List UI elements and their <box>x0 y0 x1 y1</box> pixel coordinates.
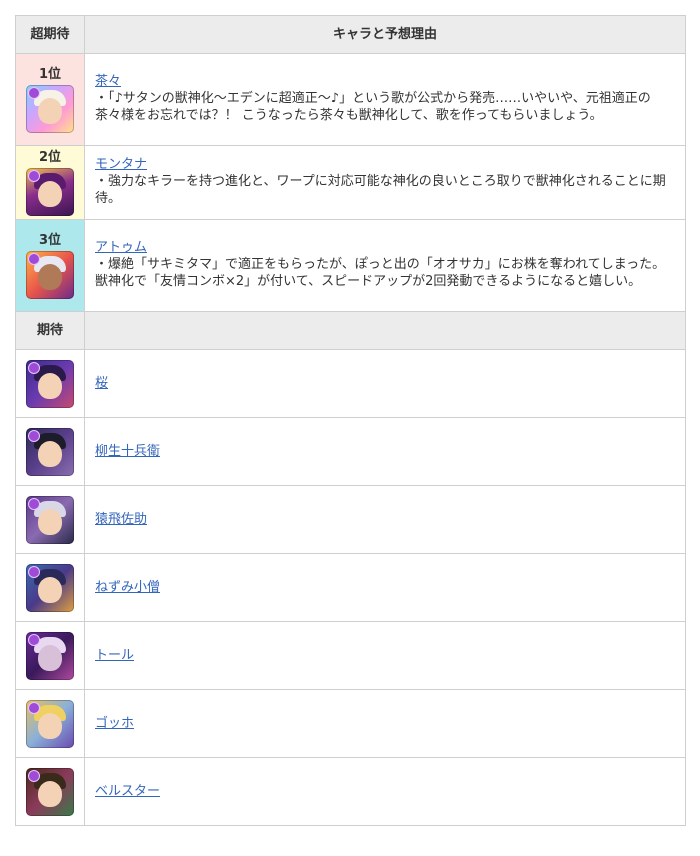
header-empty <box>84 311 686 350</box>
description-cell: モンタナ ・強力なキラーを持つ進化と、ワープに対応可能な神化の良いところ取りで獣… <box>84 145 686 220</box>
character-link[interactable]: 茶々 <box>95 74 121 89</box>
table-row: 2位 モンタナ ・強力なキラーを持つ進化と、ワープに対応可能な神化の良いところ取… <box>15 145 686 220</box>
character-link[interactable]: トール <box>95 648 134 663</box>
character-link[interactable]: ベルスター <box>95 784 160 799</box>
rank-cell: 2位 <box>15 145 85 220</box>
chacha-icon <box>26 85 74 133</box>
rank-label: 2位 <box>38 150 62 165</box>
icon-cell <box>15 349 85 418</box>
character-link[interactable]: 桜 <box>95 376 108 391</box>
belstar-icon <box>26 767 74 816</box>
header-super-expectation: 超期待 <box>15 15 85 54</box>
rank-cell: 3位 <box>15 219 85 312</box>
table-row: 3位 アトゥム ・爆絶「サキミタマ」で適正をもらったが、ぽっと出の「オオサカ」に… <box>15 219 686 312</box>
description-cell: アトゥム ・爆絶「サキミタマ」で適正をもらったが、ぽっと出の「オオサカ」にお株を… <box>84 219 686 312</box>
character-link[interactable]: ねずみ小僧 <box>95 580 160 595</box>
icon-cell <box>15 621 85 690</box>
icon-cell <box>15 757 85 826</box>
table-header-row: 超期待 キャラと予想理由 <box>15 15 686 54</box>
rank-cell: 1位 <box>15 53 85 146</box>
yagyu-jubei-icon <box>26 427 74 476</box>
name-cell: ベルスター <box>84 757 686 826</box>
character-link[interactable]: 柳生十兵衛 <box>95 444 160 459</box>
reason-text: ・爆絶「サキミタマ」で適正をもらったが、ぽっと出の「オオサカ」にお株を奪われてし… <box>95 257 666 289</box>
name-cell: 猿飛佐助 <box>84 485 686 554</box>
rank-label: 3位 <box>38 233 62 248</box>
reason-text: ・強力なキラーを持つ進化と、ワープに対応可能な神化の良いところ取りで獣神化される… <box>95 174 666 206</box>
header-expectation: 期待 <box>15 311 85 350</box>
name-cell: ゴッホ <box>84 689 686 758</box>
table-row: ねずみ小僧 <box>15 553 686 622</box>
table-row: 桜 <box>15 349 686 418</box>
table-row: ゴッホ <box>15 689 686 758</box>
header-character-and-reason: キャラと予想理由 <box>84 15 686 54</box>
description-cell: 茶々 ・「♪サタンの獣神化〜エデンに超適正〜♪」という歌が公式から発売……いやい… <box>84 53 686 146</box>
character-link[interactable]: ゴッホ <box>95 716 134 731</box>
table-row: 柳生十兵衛 <box>15 417 686 486</box>
table-row: トール <box>15 621 686 690</box>
name-cell: トール <box>84 621 686 690</box>
name-cell: ねずみ小僧 <box>84 553 686 622</box>
sarutobi-sasuke-icon <box>26 495 74 544</box>
rank-label: 1位 <box>38 67 62 82</box>
table-row: 1位 茶々 ・「♪サタンの獣神化〜エデンに超適正〜♪」という歌が公式から発売……… <box>15 53 686 146</box>
character-link[interactable]: 猿飛佐助 <box>95 512 147 527</box>
icon-cell <box>15 553 85 622</box>
reason-text: ・「♪サタンの獣神化〜エデンに超適正〜♪」という歌が公式から発売……いやいや、元… <box>95 91 651 123</box>
montana-icon <box>26 168 74 216</box>
icon-cell <box>15 417 85 486</box>
table-row: ベルスター <box>15 757 686 826</box>
sakura-icon <box>26 359 74 408</box>
gogh-icon <box>26 699 74 748</box>
name-cell: 柳生十兵衛 <box>84 417 686 486</box>
icon-cell <box>15 485 85 554</box>
expect-section-header: 期待 <box>15 311 686 350</box>
prediction-table: 超期待 キャラと予想理由 1位 茶々 ・「♪サタンの獣神化〜エデンに超適正〜♪」… <box>15 15 686 826</box>
atum-icon <box>26 251 74 299</box>
name-cell: 桜 <box>84 349 686 418</box>
nezumi-kozo-icon <box>26 563 74 612</box>
table-row: 猿飛佐助 <box>15 485 686 554</box>
thor-icon <box>26 631 74 680</box>
character-link[interactable]: モンタナ <box>95 157 147 172</box>
icon-cell <box>15 689 85 758</box>
character-link[interactable]: アトゥム <box>95 240 147 255</box>
